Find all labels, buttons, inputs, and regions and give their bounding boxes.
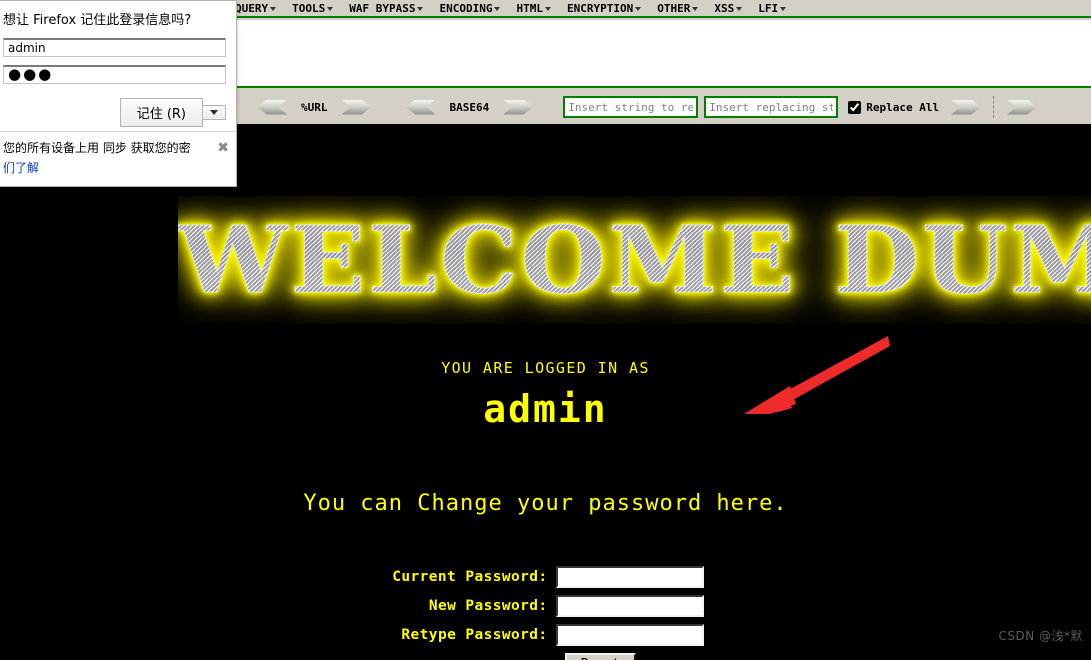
hackbar-menu-encoding-label: ENCODING [439, 1, 493, 15]
url-encoder-group: %URL [253, 99, 376, 115]
execute-button[interactable] [1007, 99, 1038, 115]
reset-button[interactable]: Reset [564, 653, 637, 660]
hackbar-menubar: QUERY TOOLS WAF BYPASS ENCODING HTML ENC… [225, 0, 1091, 18]
chevron-down-icon [736, 6, 743, 11]
chevron-down-icon [327, 6, 334, 11]
base64-encoder-group: BASE64 [402, 99, 538, 115]
hackbar-button-row: %URL BASE64 Replace All [225, 90, 1091, 124]
hackbar-toolbar: QUERY TOOLS WAF BYPASS ENCODING HTML ENC… [225, 0, 1091, 127]
toolbar-divider [993, 96, 995, 118]
hackbar-menu-encryption[interactable]: ENCRYPTION [566, 1, 642, 15]
hackbar-menu-waf-bypass-label: WAF BYPASS [349, 1, 416, 15]
hackbar-menu-waf-bypass[interactable]: WAF BYPASS [349, 1, 424, 15]
firefox-remember-dropdown-button[interactable] [203, 105, 226, 120]
url-encoder-label: %URL [301, 100, 328, 114]
url-decode-button[interactable] [257, 99, 287, 115]
change-password-form: Current Password: New Password: Retype P… [0, 566, 1091, 660]
base64-encoder-label: BASE64 [449, 100, 490, 114]
firefox-dialog-question: 想让 Firefox 记住此登录信息吗? [3, 13, 192, 28]
hackbar-menu-encryption-label: ENCRYPTION [566, 1, 634, 15]
new-password-label: New Password: [428, 598, 548, 614]
replace-all-group: Replace All [848, 100, 947, 114]
base64-encode-button[interactable] [503, 99, 534, 115]
chevron-down-icon [692, 6, 699, 11]
firefox-dialog-body: 想让 Firefox 记住此登录信息吗? ●●● 记住 (R) [0, 1, 236, 135]
url-encode-button[interactable] [341, 99, 372, 115]
chevron-down-icon [494, 6, 501, 11]
hackbar-menu-lfi[interactable]: LFI [758, 1, 787, 15]
close-icon[interactable]: ✖ [217, 141, 229, 155]
chevron-down-icon [635, 6, 642, 11]
firefox-password-field[interactable]: ●●● [3, 65, 226, 84]
hackbar-url-textarea[interactable] [235, 20, 1091, 88]
replace-all-checkbox[interactable] [848, 100, 862, 114]
firefox-remember-button[interactable]: 记住 (R) [119, 98, 203, 127]
replacing-string-input[interactable] [704, 96, 839, 118]
hackbar-menu-tools[interactable]: TOOLS [292, 1, 334, 15]
change-password-heading: You can Change your password here. [303, 491, 788, 516]
hackbar-menu-encoding[interactable]: ENCODING [439, 1, 501, 15]
retype-password-input[interactable] [555, 624, 704, 646]
firefox-sync-text: 您的所有设备上用 同步 获取您的密 [3, 141, 191, 155]
chevron-down-icon [270, 6, 277, 11]
firefox-sync-promo: 您的所有设备上用 同步 获取您的密 们了解 ✖ [0, 131, 237, 187]
replace-apply-button[interactable] [951, 99, 982, 115]
hackbar-menu-xss[interactable]: XSS [714, 1, 743, 15]
welcome-banner-text: WELCOME DUMB [178, 196, 1091, 324]
new-password-input[interactable] [555, 595, 704, 617]
replace-string-input[interactable] [563, 96, 699, 118]
firefox-save-login-dialog: 想让 Firefox 记住此登录信息吗? ●●● 记住 (R) [0, 0, 237, 136]
form-button-row: Reset [0, 653, 1091, 660]
logged-in-username: admin [483, 387, 608, 431]
firefox-sync-learn-more-link[interactable]: 们了解 [3, 159, 39, 176]
retype-password-label: Retype Password: [401, 627, 548, 643]
chevron-down-icon [417, 6, 424, 11]
current-password-input[interactable] [555, 566, 704, 588]
welcome-banner: WELCOME DUMB [178, 196, 1091, 324]
hackbar-menu-other-label: OTHER [657, 1, 691, 15]
chevron-down-icon [544, 6, 551, 11]
hackbar-menu-query-label: QUERY [235, 1, 269, 15]
table-row: Retype Password: [0, 624, 1091, 646]
hackbar-menu-html-label: HTML [516, 1, 543, 15]
csdn-watermark: CSDN @浅*默 [998, 629, 1083, 643]
chevron-down-icon [210, 110, 218, 115]
replace-all-label: Replace All [866, 100, 940, 114]
hackbar-menu-other[interactable]: OTHER [657, 1, 699, 15]
table-row: Current Password: [0, 566, 1091, 588]
firefox-dialog-buttons: 记住 (R) [3, 98, 226, 127]
current-password-label: Current Password: [392, 569, 548, 585]
hackbar-menu-xss-label: XSS [714, 1, 735, 15]
logged-in-label: YOU ARE LOGGED IN AS [441, 359, 650, 377]
firefox-username-field[interactable] [3, 38, 226, 57]
base64-decode-button[interactable] [405, 99, 436, 115]
hackbar-menu-lfi-label: LFI [758, 1, 779, 15]
hackbar-menu-query[interactable]: QUERY [235, 1, 277, 15]
hackbar-menu-tools-label: TOOLS [292, 1, 326, 15]
chevron-down-icon [780, 6, 787, 11]
table-row: New Password: [0, 595, 1091, 617]
hackbar-menu-html[interactable]: HTML [516, 2, 551, 15]
